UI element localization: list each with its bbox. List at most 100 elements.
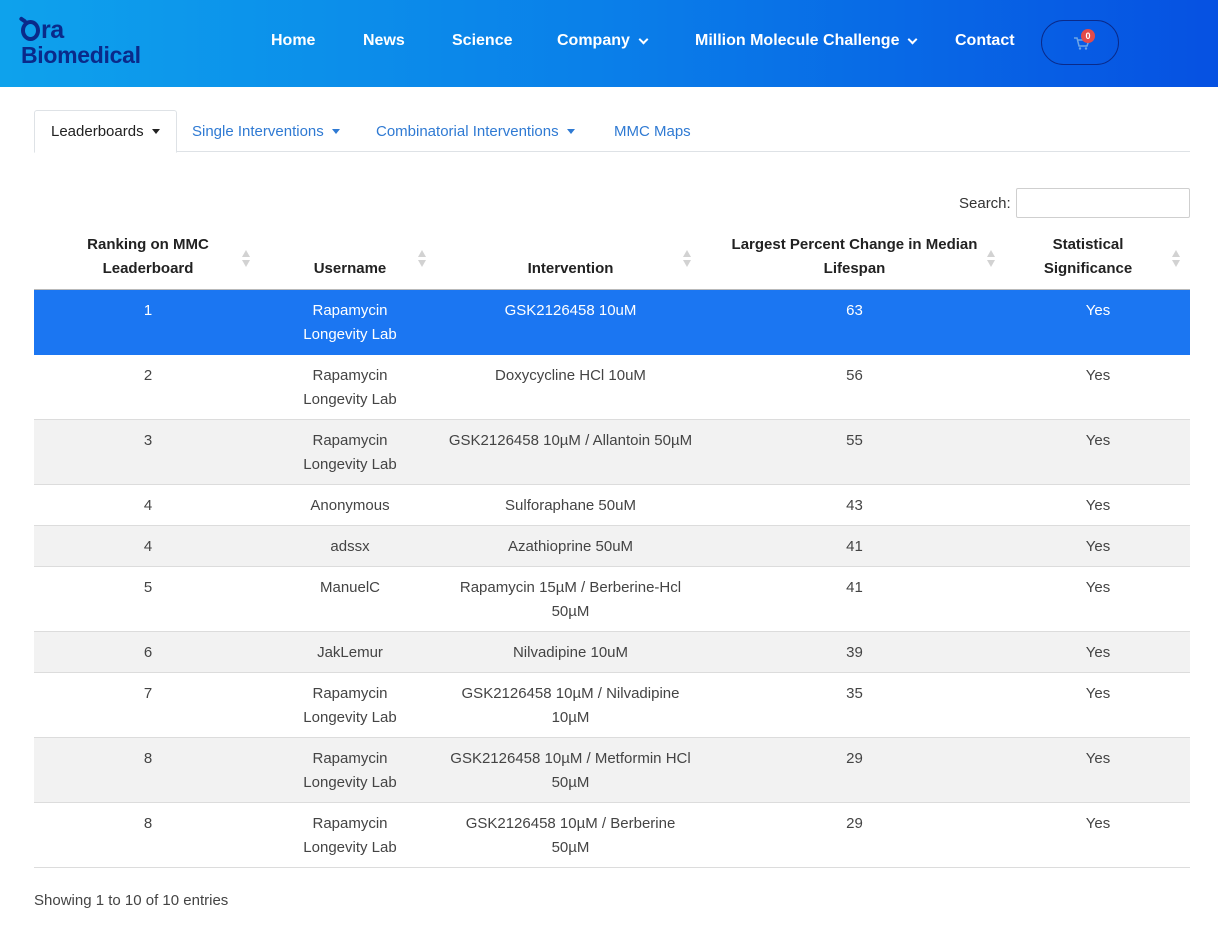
table-row[interactable]: 8 Rapamycin Longevity Lab GSK2126458 10µM … bbox=[34, 738, 1190, 803]
nav-news-label: News bbox=[363, 32, 405, 49]
cell-percent-change: 41 bbox=[846, 538, 863, 555]
nav-company[interactable]: Company bbox=[557, 32, 649, 50]
nav-million-molecule-challenge[interactable]: Million Molecule Challenge bbox=[695, 32, 918, 50]
cell-username: Rapamycin Longevity Lab bbox=[303, 432, 397, 473]
cell-percent-change: 29 bbox=[846, 750, 863, 767]
cell-rank: 7 bbox=[143, 685, 153, 702]
column-header-intervention[interactable]: Intervention bbox=[438, 229, 703, 290]
cell-intervention: GSK2126458 10µM / Allantoin 50µM bbox=[448, 432, 693, 449]
nav-mmc-label: Million Molecule Challenge bbox=[695, 32, 900, 49]
cell-intervention: GSK2126458 10µM / Metformin HCl 50µM bbox=[450, 750, 691, 791]
cell-rank: 8 bbox=[143, 750, 153, 767]
cell-username: Rapamycin Longevity Lab bbox=[303, 367, 397, 408]
table-row[interactable]: 6 JakLemur Nilvadipine 10uM 39 Yes bbox=[34, 632, 1190, 673]
cell-significance: Yes bbox=[1085, 750, 1111, 767]
cell-percent-change: 56 bbox=[846, 367, 863, 384]
cell-percent-change: 29 bbox=[846, 815, 863, 832]
cell-percent-change: 55 bbox=[846, 432, 863, 449]
cell-username: JakLemur bbox=[317, 644, 383, 661]
cell-intervention: Sulforaphane 50uM bbox=[505, 497, 636, 514]
cell-rank: 6 bbox=[143, 644, 153, 661]
column-header-username-label: Username bbox=[313, 260, 387, 277]
cell-rank: 8 bbox=[143, 815, 153, 832]
cell-username: Rapamycin Longevity Lab bbox=[303, 750, 397, 791]
table-row[interactable]: 7 Rapamycin Longevity Lab GSK2126458 10µM … bbox=[34, 673, 1190, 738]
table-row[interactable]: 4 adssx Azathioprine 50uM 41 Yes bbox=[34, 526, 1190, 567]
tab-combinatorial-label: Combinatorial Interventions bbox=[376, 122, 559, 140]
caret-down-icon bbox=[331, 128, 340, 134]
search-input[interactable] bbox=[1016, 188, 1190, 218]
table-row[interactable]: 8 Rapamycin Longevity Lab GSK2126458 10µM … bbox=[34, 803, 1190, 868]
nav-home[interactable]: Home bbox=[271, 32, 315, 50]
cell-significance: Yes bbox=[1085, 538, 1111, 555]
cell-rank: 3 bbox=[143, 432, 153, 449]
cell-intervention: GSK2126458 10µM / Berberine 50µM bbox=[465, 815, 676, 856]
cart-button[interactable]: 0 bbox=[1041, 20, 1119, 65]
nav-contact[interactable]: Contact bbox=[955, 32, 1015, 50]
sort-icon bbox=[987, 250, 995, 268]
column-header-ranking-label: Ranking on MMC Leaderboard bbox=[87, 236, 209, 277]
tab-combinatorial-interventions[interactable]: Combinatorial Interventions bbox=[376, 110, 575, 152]
cell-intervention: GSK2126458 10uM bbox=[504, 302, 637, 319]
cell-rank: 1 bbox=[143, 302, 153, 319]
cell-rank: 5 bbox=[143, 579, 153, 596]
chevron-down-icon bbox=[638, 34, 649, 44]
logo-text-ra: ra bbox=[41, 16, 64, 44]
table-row[interactable]: 1 Rapamycin Longevity Lab GSK2126458 10uM 6… bbox=[34, 290, 1190, 355]
tab-leaderboards-label: Leaderboards bbox=[51, 123, 144, 140]
table-row[interactable]: 2 Rapamycin Longevity Lab Doxycycline HCl … bbox=[34, 355, 1190, 420]
tab-single-label: Single Interventions bbox=[192, 122, 324, 140]
site-header: ra Biomedical Home News Science Company … bbox=[0, 0, 1218, 87]
table-header-row: Ranking on MMC Leaderboard Username Inte… bbox=[34, 229, 1190, 290]
cell-username: Rapamycin Longevity Lab bbox=[303, 302, 397, 343]
cell-percent-change: 35 bbox=[846, 685, 863, 702]
caret-down-icon bbox=[566, 128, 575, 134]
leaderboard-table: Ranking on MMC Leaderboard Username Inte… bbox=[34, 229, 1190, 868]
nav-science[interactable]: Science bbox=[452, 32, 512, 50]
ora-biomedical-logo[interactable]: ra Biomedical bbox=[21, 18, 141, 67]
sort-icon bbox=[683, 250, 691, 268]
search-label: Search: bbox=[959, 195, 1011, 212]
nav-news[interactable]: News bbox=[363, 32, 405, 50]
cell-percent-change: 41 bbox=[846, 579, 863, 596]
column-header-percent-change[interactable]: Largest Percent Change in Median Lifespa… bbox=[703, 229, 1006, 290]
column-header-username[interactable]: Username bbox=[262, 229, 438, 290]
cell-percent-change: 39 bbox=[846, 644, 863, 661]
tab-mmc-maps[interactable]: MMC Maps bbox=[614, 110, 691, 152]
chevron-down-icon bbox=[908, 34, 918, 44]
tab-leaderboards[interactable]: Leaderboards bbox=[34, 110, 177, 153]
cell-rank: 4 bbox=[143, 538, 153, 555]
cell-username: Anonymous bbox=[310, 497, 390, 514]
cell-username: adssx bbox=[330, 538, 370, 555]
cell-intervention: Rapamycin 15µM / Berberine-Hcl 50µM bbox=[459, 579, 682, 620]
cell-intervention: GSK2126458 10µM / Nilvadipine 10µM bbox=[461, 685, 680, 726]
cell-significance: Yes bbox=[1085, 685, 1111, 702]
sort-icon bbox=[418, 250, 426, 268]
cell-significance: Yes bbox=[1085, 367, 1111, 384]
cell-significance: Yes bbox=[1085, 579, 1111, 596]
tab-mmc-maps-label: MMC Maps bbox=[614, 122, 691, 140]
table-info: Showing 1 to 10 of 10 entries bbox=[34, 892, 229, 909]
logo-wordmark-top: ra bbox=[21, 18, 141, 43]
column-header-significance[interactable]: Statistical Significance bbox=[1006, 229, 1190, 290]
table-row[interactable]: 4 Anonymous Sulforaphane 50uM 43 Yes bbox=[34, 485, 1190, 526]
cell-username: Rapamycin Longevity Lab bbox=[303, 815, 397, 856]
cart-count-badge: 0 bbox=[1081, 29, 1095, 43]
sort-icon bbox=[242, 250, 250, 268]
column-header-significance-label: Statistical Significance bbox=[1043, 236, 1133, 277]
caret-down-icon bbox=[151, 129, 160, 134]
table-row[interactable]: 5 ManuelC Rapamycin 15µM / Berberine-Hcl 5… bbox=[34, 567, 1190, 632]
cell-rank: 4 bbox=[143, 497, 153, 514]
cell-percent-change: 43 bbox=[846, 497, 863, 514]
nav-science-label: Science bbox=[452, 32, 513, 49]
column-header-percent-change-label: Largest Percent Change in Median Lifespa… bbox=[731, 236, 978, 277]
cell-significance: Yes bbox=[1085, 432, 1111, 449]
column-header-ranking[interactable]: Ranking on MMC Leaderboard bbox=[34, 229, 262, 290]
table-row[interactable]: 3 Rapamycin Longevity Lab GSK2126458 10µM … bbox=[34, 420, 1190, 485]
cell-significance: Yes bbox=[1085, 497, 1111, 514]
nav-company-label: Company bbox=[557, 32, 630, 49]
cell-percent-change: 63 bbox=[846, 302, 863, 319]
cell-intervention: Azathioprine 50uM bbox=[507, 538, 634, 555]
cell-username: ManuelC bbox=[319, 579, 381, 596]
tab-single-interventions[interactable]: Single Interventions bbox=[192, 110, 340, 152]
